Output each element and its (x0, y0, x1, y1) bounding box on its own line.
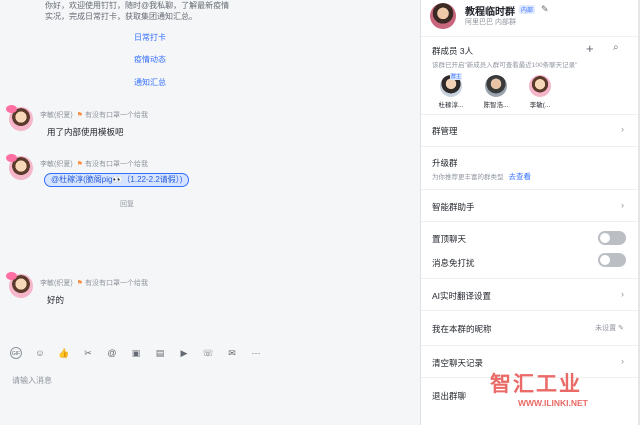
leave-group-item[interactable]: 退出群聊 (432, 390, 466, 402)
link-epidemic-news[interactable]: 疫情动态 (134, 54, 166, 65)
message-text: 用了内部使用模板吧 (47, 127, 124, 137)
link-notice-summary[interactable]: 通知汇总 (134, 77, 166, 88)
nickname-value[interactable]: 未设置 ✎ (595, 323, 624, 333)
more-icon[interactable]: ··· (250, 347, 262, 359)
mute-toggle[interactable] (598, 253, 626, 267)
member-item[interactable]: 陈智浩... (479, 75, 513, 109)
sender-status: 有没有口罩一个给我 (77, 280, 148, 287)
divider (421, 221, 639, 222)
watermark-logo: 智汇工业 WWW.ILINKI.NET (490, 368, 640, 413)
view-link[interactable]: 去查看 (509, 172, 532, 181)
watermark-title: 智汇工业 (490, 373, 582, 396)
avatar[interactable] (6, 105, 33, 131)
phone-icon[interactable]: ☏ (202, 347, 214, 359)
sender-name: 李敏(织夏) 有没有口罩一个给我 (40, 110, 148, 120)
group-manage-item[interactable]: 群管理 (432, 125, 458, 137)
sender-status: 有没有口罩一个给我 (77, 161, 148, 168)
edit-icon[interactable]: ✎ (541, 4, 549, 15)
bot-message-line: 实况，完成日常打卡，获取集团通知汇总。 (45, 12, 197, 21)
nickname-item[interactable]: 我在本群的昵称 (432, 323, 492, 335)
emoji-icon[interactable]: ☺ (34, 347, 46, 359)
group-avatar[interactable] (430, 3, 456, 29)
sender-label: 李敏(织夏) (40, 112, 73, 119)
pin-chat-label: 置顶聊天 (432, 234, 467, 244)
chevron-right-icon: › (621, 124, 624, 134)
group-org: 阿里巴巴 内部群 (465, 19, 516, 26)
at-icon[interactable]: @ (106, 347, 118, 359)
bot-message-line: 你好，欢迎使用钉钉，随时@我私聊，了解最新疫情 (45, 1, 230, 10)
chevron-right-icon: › (621, 289, 624, 299)
divider (421, 146, 639, 147)
members-note: 该群已开启"新成员入群可查看最近100条聊天记录" (432, 62, 578, 69)
divider (421, 36, 639, 37)
member-item[interactable]: 群主 杜稼淳... (434, 73, 468, 109)
group-settings-panel: 教程临时群 内部 ✎ 阿里巴巴 内部群 群成员 3人 + ⌕ 该群已开启"新成员… (420, 0, 639, 425)
mail-icon[interactable]: ✉ (226, 347, 238, 359)
divider (421, 345, 639, 346)
clear-history-item[interactable]: 清空聊天记录 (432, 357, 483, 369)
chevron-right-icon: › (621, 356, 624, 366)
gif-icon[interactable]: GIF (10, 347, 22, 359)
members-label[interactable]: 群成员 3人 (432, 45, 473, 57)
search-icon[interactable]: ⌕ (613, 42, 619, 53)
upgrade-note: 为你推荐更丰富的群类型 去查看 (432, 171, 531, 182)
chevron-right-icon: › (621, 200, 624, 210)
bot-message: 你好，欢迎使用钉钉，随时@我私聊，了解最新疫情 实况，完成日常打卡，获取集团通知… (45, 0, 290, 22)
video-icon[interactable]: ▶ (178, 347, 190, 359)
avatar[interactable] (6, 272, 33, 298)
pin-chat-toggle[interactable] (598, 231, 626, 245)
avatar (529, 75, 551, 97)
owner-badge: 群主 (450, 73, 463, 80)
divider (421, 278, 639, 279)
folder-icon[interactable]: ▤ (154, 347, 166, 359)
divider (421, 310, 639, 311)
thumbs-up-icon[interactable]: 👍 (58, 347, 70, 359)
sender-label: 李敏(织夏) (40, 280, 73, 287)
member-name: 杜稼淳... (438, 102, 464, 109)
member-item[interactable]: 李敏(... (523, 75, 557, 109)
reply-link[interactable]: 回复 (120, 199, 134, 209)
divider (421, 114, 639, 115)
chat-area: 你好，欢迎使用钉钉，随时@我私聊，了解最新疫情 实况，完成日常打卡，获取集团通知… (0, 0, 415, 425)
scissors-icon[interactable]: ✂ (82, 347, 94, 359)
message-text: 好的 (47, 295, 65, 305)
sender-label: 李敏(织夏) (40, 161, 73, 168)
image-icon[interactable]: ▣ (130, 347, 142, 359)
member-name: 李敏(... (529, 102, 551, 109)
upgrade-note-text: 为你推荐更丰富的群类型 (432, 174, 504, 181)
watermark-url: WWW.ILINKI.NET (518, 398, 588, 408)
link-daily-checkin[interactable]: 日常打卡 (134, 32, 166, 43)
avatar[interactable] (6, 154, 33, 180)
add-member-icon[interactable]: + (586, 41, 594, 56)
ai-translate-item[interactable]: AI实时翻译设置 (432, 290, 491, 302)
message-input[interactable]: 请输入消息 (12, 375, 52, 386)
smart-assistant-item[interactable]: 智能群助手 (432, 201, 475, 213)
member-name: 陈智浩... (483, 102, 509, 109)
upgrade-group-item[interactable]: 升级群 (432, 157, 458, 169)
avatar (485, 75, 507, 97)
group-name: 教程临时群 (465, 7, 515, 18)
sender-name: 李敏(织夏) 有没有口罩一个给我 (40, 278, 148, 288)
edit-icon: ✎ (618, 325, 624, 332)
group-tag-badge: 内部 (519, 5, 536, 14)
input-toolbar: GIF ☺ 👍 ✂ @ ▣ ▤ ▶ ☏ ✉ ··· (0, 343, 415, 363)
mute-label: 消息免打扰 (432, 258, 475, 268)
nickname-value-text: 未设置 (595, 325, 617, 332)
sender-name: 李敏(织夏) 有没有口罩一个给我 (40, 159, 148, 169)
divider (421, 189, 639, 190)
sender-status: 有没有口罩一个给我 (77, 112, 148, 119)
mention-message[interactable]: @杜稼淳(脆阁pig👀（1.22-2.2请假）) (44, 173, 190, 187)
